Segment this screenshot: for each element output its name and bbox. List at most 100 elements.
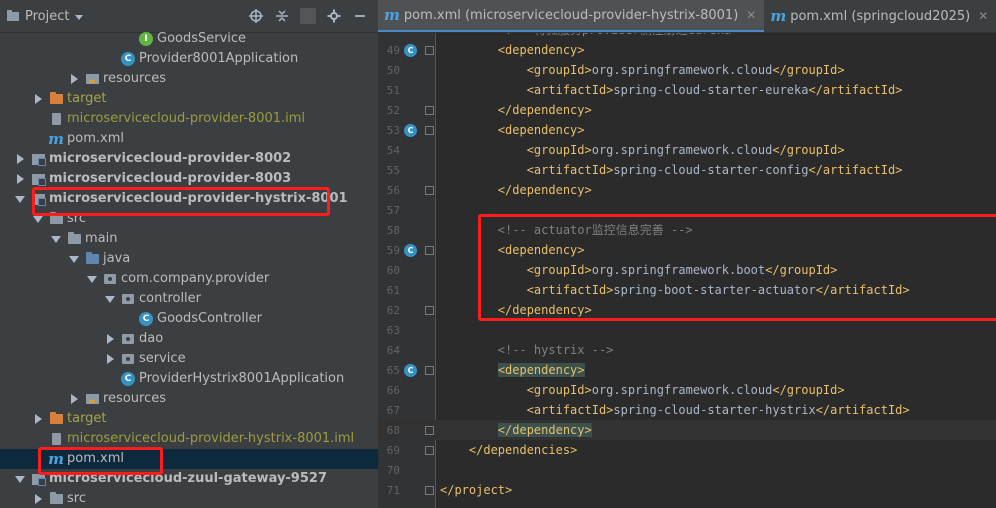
code-token: </groupId> — [772, 383, 845, 397]
maven-dependency-gutter-icon[interactable]: C — [404, 364, 417, 377]
chevron-down-icon[interactable] — [75, 14, 84, 20]
project-panel: Project I GoodsService C Provider8001Applic… — [0, 0, 378, 508]
chevron-right-icon[interactable] — [68, 393, 80, 405]
chevron-right-icon[interactable] — [14, 173, 26, 185]
tree-item-label: microservicecloud-provider-8001.iml — [67, 111, 306, 126]
package-icon — [120, 351, 136, 367]
code-token: <artifactId> — [526, 163, 614, 177]
chevron-right-icon[interactable] — [68, 73, 80, 85]
chevron-down-icon[interactable] — [50, 233, 62, 245]
fold-marker-icon[interactable] — [425, 106, 434, 115]
chevron-right-icon[interactable] — [14, 153, 26, 165]
tree-item[interactable]: dao — [0, 329, 378, 349]
tree-item[interactable]: m pom.xml — [0, 129, 378, 149]
tree-item[interactable]: C GoodsController — [0, 309, 378, 329]
tree-item[interactable]: resources — [0, 69, 378, 89]
collapse-all-icon[interactable] — [274, 8, 290, 24]
tree-item-label: Provider8001Application — [139, 51, 299, 66]
editor-tab[interactable]: m pom.xml (microservicecloud-provider-hys… — [378, 0, 765, 32]
chevron-down-icon[interactable] — [104, 293, 116, 305]
tree-item-label: com.company.provider — [121, 271, 270, 286]
tree-item[interactable]: com.company.provider — [0, 269, 378, 289]
maven-dependency-gutter-icon[interactable]: C — [404, 124, 417, 137]
chevron-down-icon[interactable] — [32, 213, 44, 225]
tree-item[interactable]: resources — [0, 389, 378, 409]
tree-item[interactable]: I GoodsService — [0, 29, 378, 49]
fold-marker-icon[interactable] — [425, 246, 434, 255]
fold-marker-icon[interactable] — [425, 366, 434, 375]
chevron-down-icon[interactable] — [14, 193, 26, 205]
code-view[interactable]: <!-- 将微服务provider侧注册进eureka --> <depende… — [436, 33, 996, 508]
tree-item-label: pom.xml — [67, 131, 124, 146]
tree-item[interactable]: microservicecloud-provider-8001.iml — [0, 109, 378, 129]
tree-item[interactable]: service — [0, 349, 378, 369]
tree-item-label: GoodsController — [157, 311, 262, 326]
code-token: </groupId> — [772, 143, 845, 157]
line-number: 54 — [386, 144, 400, 157]
tree-item[interactable]: target — [0, 89, 378, 109]
fold-marker-icon[interactable] — [425, 426, 434, 435]
editor-tabs: m pom.xml (microservicecloud-provider-hys… — [378, 0, 996, 33]
line-number: 59 — [386, 244, 400, 257]
tree-item[interactable]: microservicecloud-provider-hystrix-8001 — [0, 189, 378, 209]
tree-item-label: target — [67, 411, 107, 426]
fold-marker-icon[interactable] — [425, 186, 434, 195]
code-token: spring-cloud-starter-hystrix — [613, 403, 816, 417]
tree-item[interactable]: microservicecloud-provider-8002 — [0, 149, 378, 169]
fold-marker-icon[interactable] — [425, 46, 434, 55]
tree-item[interactable]: microservicecloud-provider-hystrix-8001.… — [0, 429, 378, 449]
chevron-down-icon[interactable] — [14, 473, 26, 485]
tree-item[interactable]: C Provider8001Application — [0, 49, 378, 69]
folder-icon — [66, 231, 82, 247]
tree-item[interactable]: target — [0, 409, 378, 429]
chevron-right-icon[interactable] — [32, 93, 44, 105]
fold-marker-icon[interactable] — [425, 306, 434, 315]
hide-panel-icon[interactable] — [352, 8, 368, 24]
chevron-down-icon[interactable] — [68, 253, 80, 265]
line-number: 68 — [386, 424, 400, 437]
chevron-right-icon[interactable] — [104, 353, 116, 365]
gear-icon[interactable] — [326, 8, 342, 24]
module-folder-icon — [30, 171, 46, 187]
tree-item[interactable]: microservicecloud-zuul-gateway-9527 — [0, 469, 378, 489]
tree-item[interactable]: main — [0, 229, 378, 249]
tree-item[interactable]: C ProviderHystrix8001Application — [0, 369, 378, 389]
chevron-down-icon[interactable] — [86, 273, 98, 285]
chevron-right-icon[interactable] — [104, 333, 116, 345]
fold-marker-icon[interactable] — [425, 446, 434, 455]
tree-item[interactable]: microservicecloud-provider-8003 — [0, 169, 378, 189]
code-token: </artifactId> — [808, 163, 903, 177]
editor-tab[interactable]: m pom.xml (springcloud2025) ✕ — [764, 0, 996, 32]
code-token: </dependency> — [497, 303, 592, 317]
fold-marker-icon[interactable] — [425, 486, 434, 495]
close-icon[interactable]: ✕ — [746, 8, 756, 22]
line-number: 58 — [386, 224, 400, 237]
chevron-right-icon[interactable] — [32, 413, 44, 425]
code-token: </groupId> — [765, 263, 838, 277]
tree-item[interactable]: src — [0, 209, 378, 229]
fold-marker-icon[interactable] — [425, 126, 434, 135]
tree-item[interactable]: m pom.xml — [0, 449, 378, 469]
project-view-selector[interactable]: Project — [25, 9, 69, 24]
tree-item[interactable]: controller — [0, 289, 378, 309]
close-icon[interactable]: ✕ — [978, 9, 988, 23]
code-token: <!-- actuator监控信息完善 --> — [440, 223, 693, 237]
maven-dependency-gutter-icon[interactable]: C — [404, 44, 417, 57]
chevron-right-icon[interactable] — [32, 493, 44, 505]
code-token: org.springframework.cloud — [591, 63, 773, 77]
code-line: </project> — [440, 480, 512, 500]
locate-icon[interactable] — [248, 8, 264, 24]
maven-dependency-gutter-icon[interactable]: C — [404, 244, 417, 257]
tree-item-label: dao — [139, 331, 164, 346]
code-line: <groupId>org.springframework.boot</group… — [440, 260, 838, 280]
tab-label: pom.xml (springcloud2025) — [790, 8, 971, 24]
tree-item[interactable]: src — [0, 489, 378, 508]
code-token: </dependency> — [497, 103, 592, 117]
tree-item[interactable]: java — [0, 249, 378, 269]
code-token: </dependencies> — [468, 443, 578, 457]
